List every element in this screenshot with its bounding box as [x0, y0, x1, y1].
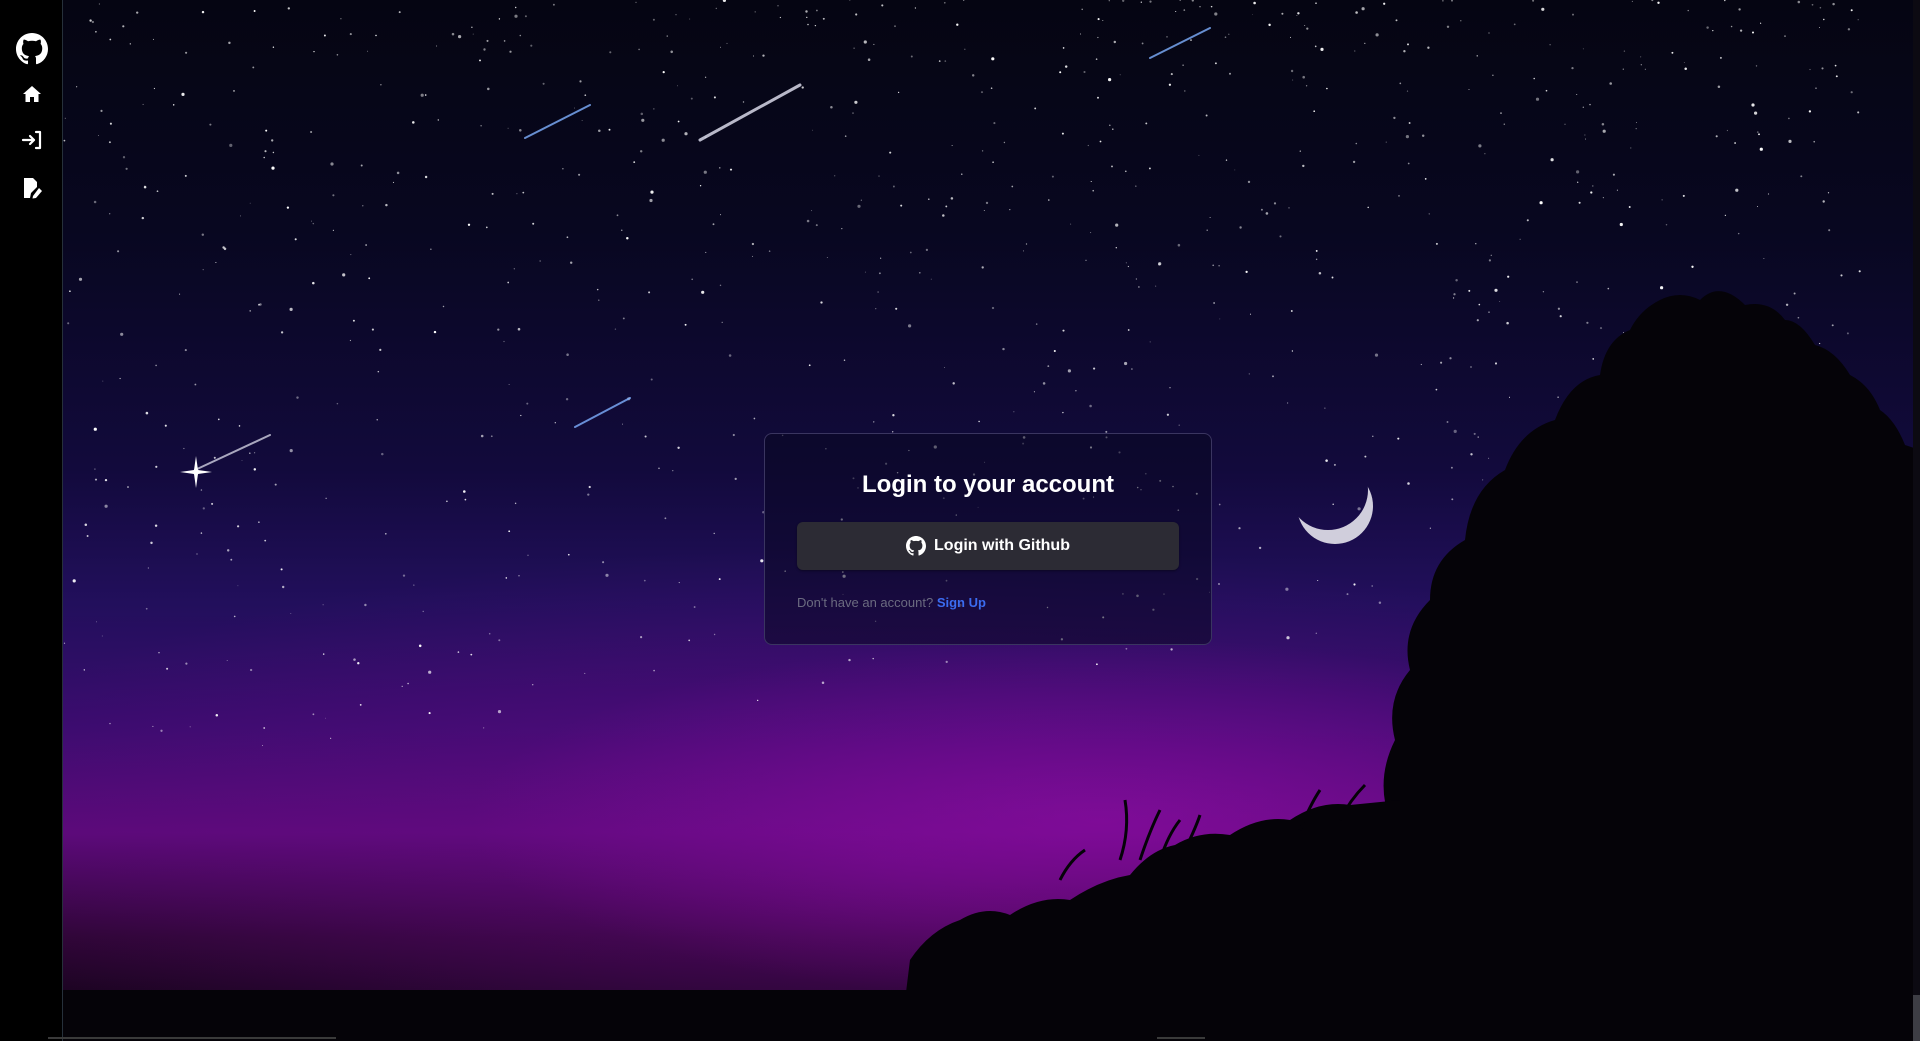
sparkle-star — [180, 456, 212, 488]
tree-silhouette — [0, 291, 1920, 1041]
bottom-divider — [1157, 1037, 1205, 1039]
login-icon — [21, 130, 42, 150]
signup-prompt-row: Don't have an account? Sign Up — [797, 595, 986, 610]
signup-link[interactable]: Sign Up — [937, 595, 986, 610]
page: Login to your account Login with Github … — [0, 0, 1920, 1041]
sidebar-item-signup[interactable] — [12, 168, 52, 208]
login-card: Login to your account Login with Github … — [764, 433, 1212, 645]
login-title: Login to your account — [862, 471, 1114, 498]
scrollbar-thumb[interactable] — [1913, 995, 1920, 1041]
shooting-stars — [194, 27, 1211, 471]
github-icon — [16, 33, 48, 65]
bottom-divider — [48, 1037, 336, 1039]
login-with-github-button[interactable]: Login with Github — [797, 522, 1179, 570]
signup-icon — [24, 178, 42, 199]
sidebar-item-github[interactable] — [12, 29, 52, 69]
signup-prompt-text: Don't have an account? — [797, 595, 934, 610]
home-icon — [23, 86, 41, 102]
sidebar-item-home[interactable] — [12, 74, 52, 114]
github-icon — [906, 536, 927, 556]
sidebar-item-login[interactable] — [12, 120, 52, 160]
sidebar — [0, 0, 63, 1041]
page-scrollbar[interactable] — [1913, 0, 1920, 1041]
login-with-github-label: Login with Github — [934, 537, 1070, 554]
moon-graphic — [1297, 468, 1373, 544]
